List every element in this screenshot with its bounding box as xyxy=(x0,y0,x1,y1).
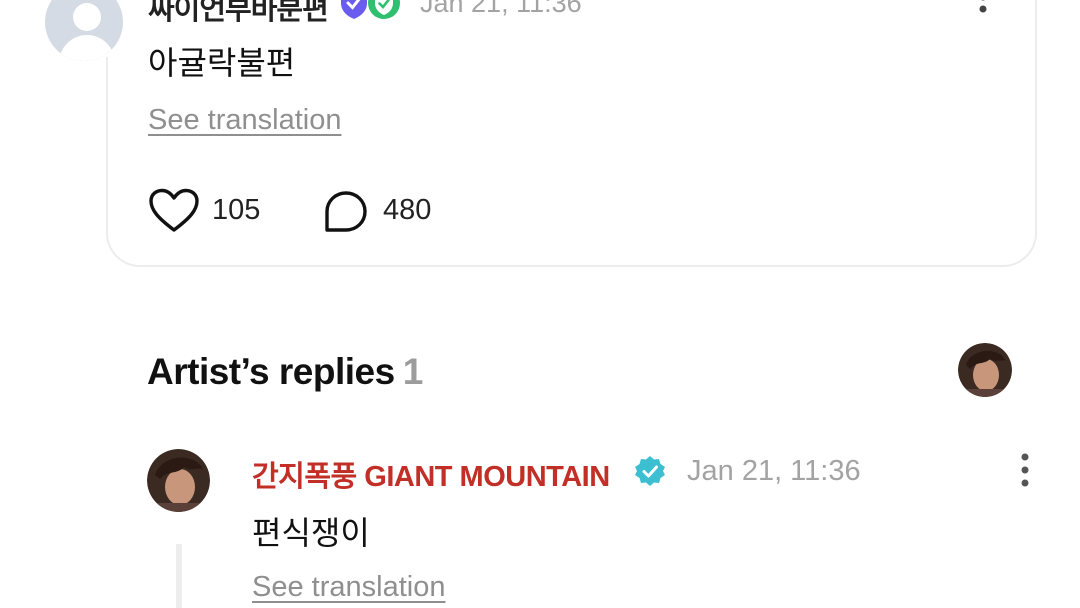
artist-avatar[interactable] xyxy=(958,343,1012,397)
artist-name[interactable]: 간지폭풍 GIANT MOUNTAIN xyxy=(252,453,610,495)
reply-text: 편식쟁이 xyxy=(252,515,370,551)
reply-timestamp: Jan 21, 11:36 xyxy=(687,455,861,487)
post-text: 아귤락불편 xyxy=(148,45,296,81)
like-count: 105 xyxy=(212,194,261,226)
see-translation-link[interactable]: See translation xyxy=(148,104,341,137)
user-badges-icon xyxy=(341,0,400,19)
comment-count: 480 xyxy=(383,194,432,226)
comment-bubble-icon[interactable] xyxy=(324,190,368,234)
verified-badge-icon xyxy=(635,456,665,486)
user-avatar[interactable] xyxy=(42,0,126,64)
thread-line xyxy=(176,544,182,608)
artist-replies-heading: Artist’s replies 1 xyxy=(147,351,423,393)
see-translation-link[interactable]: See translation xyxy=(252,571,445,604)
more-options-icon[interactable] xyxy=(1018,453,1032,487)
artist-replies-title: Artist’s replies xyxy=(147,351,395,392)
artist-replies-count: 1 xyxy=(402,351,424,392)
artist-avatar[interactable] xyxy=(147,449,210,512)
post-timestamp: Jan 21, 11:36 xyxy=(420,0,582,18)
heart-icon[interactable] xyxy=(148,188,200,234)
post-author-name[interactable]: 싸이언부바분편 xyxy=(148,0,329,28)
more-options-icon[interactable] xyxy=(976,0,990,24)
